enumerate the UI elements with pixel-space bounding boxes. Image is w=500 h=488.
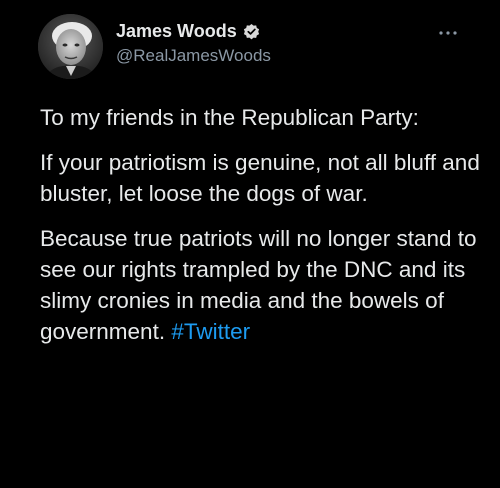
author-name-row[interactable]: James Woods [116,20,261,42]
avatar-photo [38,14,103,79]
tweet-text: To my friends in the Republican Party: I… [40,102,480,361]
author-handle[interactable]: @RealJamesWoods [116,45,271,67]
tweet-card: James Woods @RealJamesWoods To my friend… [0,0,500,488]
display-name[interactable]: James Woods [116,20,237,42]
tweet-paragraph-3-text: Because true patriots will no longer sta… [40,226,477,344]
hashtag-link[interactable]: #Twitter [171,319,250,344]
avatar[interactable] [38,14,103,79]
verified-badge-icon [242,22,261,41]
more-options-icon[interactable] [436,26,460,38]
tweet-paragraph-3: Because true patriots will no longer sta… [40,223,480,347]
tweet-paragraph-2: If your patriotism is genuine, not all b… [40,150,480,206]
tweet-paragraph-1: To my friends in the Republican Party: [40,105,419,130]
